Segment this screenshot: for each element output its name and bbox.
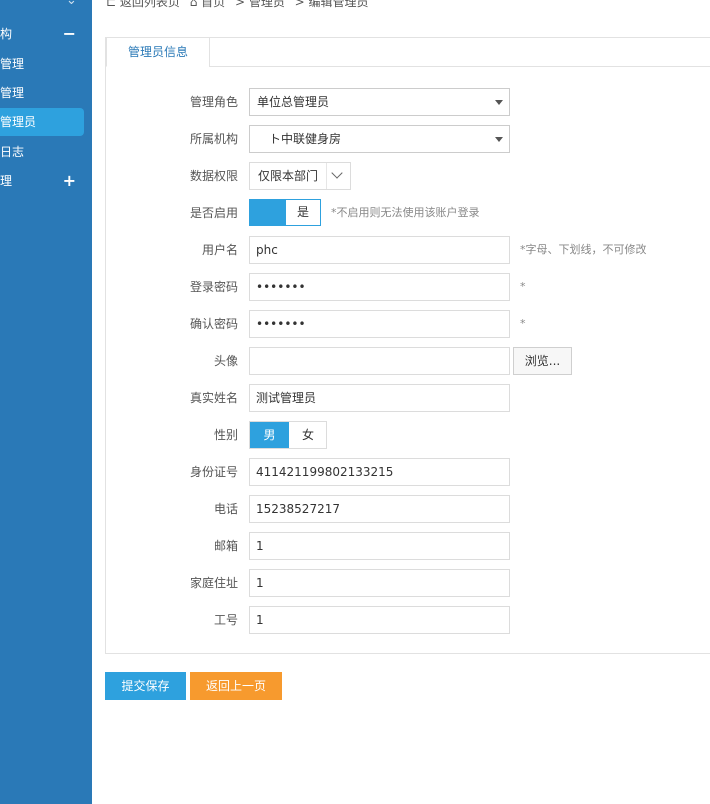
org-value: ト中联健身房 <box>257 132 342 146</box>
address-label: 家庭住址 <box>189 576 238 590</box>
row-username: 用户名 phc *字母、下划线，不可修改 <box>106 236 710 264</box>
breadcrumb: ⊏ 返回列表页 ⌂ 首页 > 管理员 > 编辑管理员 <box>106 0 375 10</box>
gender-male-option[interactable]: 男 <box>250 422 289 448</box>
breadcrumb-admin[interactable]: > 管理员 <box>235 0 285 9</box>
role-label: 管理角色 <box>189 95 238 109</box>
sidebar-item-manage-2[interactable]: 管理 <box>0 80 88 106</box>
enabled-toggle[interactable]: 是 <box>249 199 321 226</box>
caret-down-icon <box>495 137 503 142</box>
jobno-field[interactable]: 1 <box>249 606 510 634</box>
form-panel: 管理员信息 管理角色 单位总管理员 所属机构 ト中联健身房 数据权限 仅限本部门… <box>105 37 710 654</box>
back-to-list-link[interactable]: ⊏ 返回列表页 <box>106 0 180 9</box>
collapse-icon[interactable]: − <box>63 21 76 47</box>
username-hint: *字母、下划线，不可修改 <box>520 243 647 256</box>
row-jobno: 工号 1 <box>106 606 710 634</box>
toggle-text: 是 <box>296 205 309 219</box>
scope-label: 数据权限 <box>189 169 238 183</box>
row-address: 家庭住址 1 <box>106 569 710 597</box>
confirm-label: 确认密码 <box>189 317 238 331</box>
idcard-field[interactable]: 411421199802133215 <box>249 458 510 486</box>
sidebar-item-admin[interactable]: 管理员 <box>0 108 84 136</box>
select-divider <box>326 163 327 189</box>
phone-label: 电话 <box>213 502 238 516</box>
row-org: 所属机构 ト中联健身房 <box>106 125 710 153</box>
chevron-down-icon[interactable]: ⌄ <box>66 0 80 8</box>
realname-label: 真实姓名 <box>189 391 238 405</box>
row-role: 管理角色 单位总管理员 <box>106 88 710 116</box>
breadcrumb-edit: > 编辑管理员 <box>294 0 369 9</box>
username-field[interactable]: phc <box>249 236 510 264</box>
tab-divider <box>209 66 710 67</box>
phone-field[interactable]: 15238527217 <box>249 495 510 523</box>
sidebar-item-label: 日志 <box>0 145 25 159</box>
sidebar-item-manage-1[interactable]: 管理 <box>0 51 88 77</box>
jobno-label: 工号 <box>213 613 238 627</box>
sidebar-item-label: 构 <box>0 27 13 41</box>
scope-value: 仅限本部门 <box>258 169 319 183</box>
chevron-down-icon <box>331 167 343 179</box>
sidebar-item-org[interactable]: 构 − <box>0 21 88 47</box>
address-field[interactable]: 1 <box>249 569 510 597</box>
gender-toggle: 男 女 <box>249 421 327 449</box>
password-hint: * <box>520 280 526 293</box>
gender-label: 性别 <box>213 428 238 442</box>
gender-female-option[interactable]: 女 <box>289 422 327 448</box>
idcard-label: 身份证号 <box>189 465 238 479</box>
org-select[interactable]: ト中联健身房 <box>249 125 510 153</box>
row-scope: 数据权限 仅限本部门 <box>106 162 710 190</box>
row-email: 邮箱 1 <box>106 532 710 560</box>
sidebar-item-label: 管理员 <box>0 115 37 129</box>
role-value: 单位总管理员 <box>257 95 330 109</box>
password-label: 登录密码 <box>189 280 238 294</box>
row-realname: 真实姓名 测试管理员 <box>106 384 710 412</box>
sidebar-item-system[interactable]: 理 + <box>0 168 88 194</box>
email-field[interactable]: 1 <box>249 532 510 560</box>
toggle-on-indicator <box>250 200 286 225</box>
role-select[interactable]: 单位总管理员 <box>249 88 510 116</box>
browse-button[interactable]: 浏览... <box>513 347 572 375</box>
sidebar-item-label: 理 <box>0 174 13 188</box>
email-label: 邮箱 <box>213 539 238 553</box>
row-phone: 电话 15238527217 <box>106 495 710 523</box>
username-label: 用户名 <box>201 243 238 257</box>
scope-select[interactable]: 仅限本部门 <box>249 162 351 190</box>
sidebar: ⌄ 构 − 管理 管理 管理员 日志 理 + <box>0 0 92 804</box>
row-confirm: 确认密码 ••••••• * <box>106 310 710 338</box>
row-gender: 性别 男 女 <box>106 421 710 449</box>
row-enabled: 是否启用 是 *不启用则无法使用该账户登录 <box>106 199 710 227</box>
home-link[interactable]: ⌂ 首页 <box>190 0 225 9</box>
sidebar-item-label: 管理 <box>0 57 25 71</box>
expand-icon[interactable]: + <box>63 168 76 194</box>
enabled-label: 是否启用 <box>189 206 238 220</box>
password-field[interactable]: ••••••• <box>249 273 510 301</box>
go-back-button[interactable]: 返回上一页 <box>190 672 282 700</box>
caret-down-icon <box>495 100 503 105</box>
realname-field[interactable]: 测试管理员 <box>249 384 510 412</box>
sidebar-item-label: 管理 <box>0 86 25 100</box>
row-idcard: 身份证号 411421199802133215 <box>106 458 710 486</box>
row-password: 登录密码 ••••••• * <box>106 273 710 301</box>
avatar-field[interactable] <box>249 347 510 375</box>
tab-admin-info[interactable]: 管理员信息 <box>106 37 210 67</box>
sidebar-item-log[interactable]: 日志 <box>0 139 88 165</box>
enabled-hint: *不启用则无法使用该账户登录 <box>331 206 480 219</box>
org-label: 所属机构 <box>189 132 238 146</box>
confirm-hint: * <box>520 317 526 330</box>
confirm-password-field[interactable]: ••••••• <box>249 310 510 338</box>
submit-save-button[interactable]: 提交保存 <box>105 672 186 700</box>
row-avatar: 头像 浏览... <box>106 347 710 375</box>
avatar-label: 头像 <box>213 354 238 368</box>
